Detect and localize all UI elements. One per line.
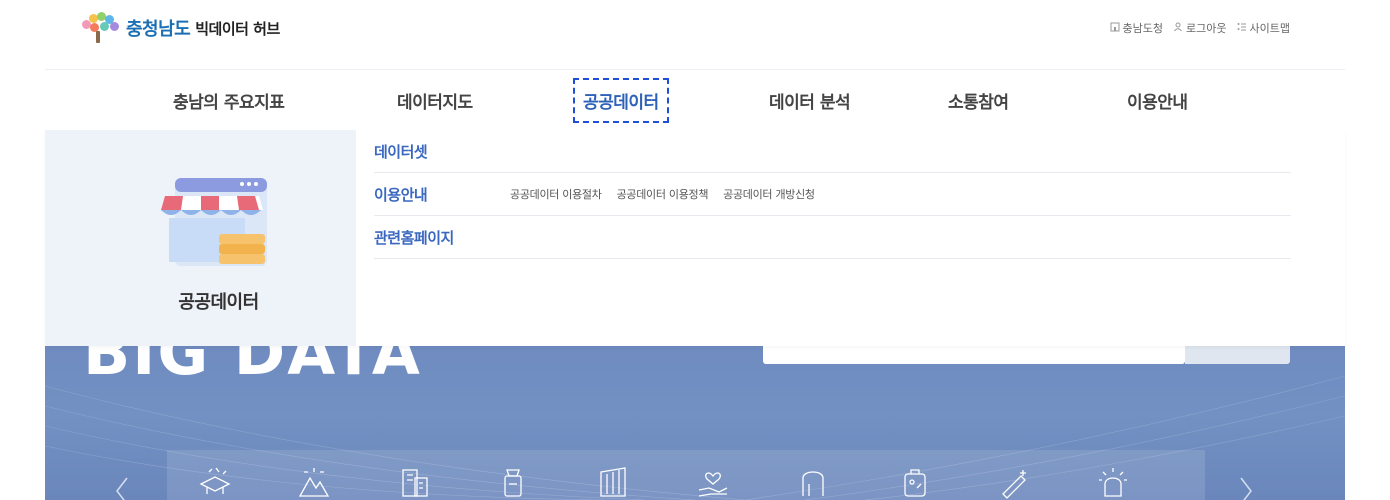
sitemap-icon: [1237, 22, 1247, 35]
submenu-link-usage-procedure[interactable]: 공공데이터 이용절차: [510, 186, 602, 202]
health-icon[interactable]: [997, 464, 1033, 500]
carousel-next-icon[interactable]: [1237, 476, 1255, 500]
user-icon: [1173, 22, 1183, 35]
dropdown-menu-rows: 데이터셋 이용안내 공공데이터 이용절차 공공데이터 이용정책 공공데이터 개방…: [374, 130, 1291, 259]
gnb-item-data-map[interactable]: 데이터지도: [397, 88, 473, 113]
food-icon[interactable]: [495, 464, 531, 500]
dropdown-side-title: 공공데이터: [178, 292, 259, 313]
dropdown-row-related-sites: 관련홈페이지: [374, 216, 1291, 259]
dropdown-side-panel: 공공데이터: [45, 130, 356, 346]
hero-title: BIG DATA: [83, 346, 422, 389]
util-link-logout[interactable]: 로그아웃: [1173, 20, 1227, 36]
main-navigation: 충남의 주요지표 데이터지도 공공데이터 데이터 분석 소통참여 이용안내: [45, 70, 1345, 130]
submenu-links: 공공데이터 이용절차 공공데이터 이용정책 공공데이터 개방신청: [510, 186, 815, 202]
submenu-link-usage-policy[interactable]: 공공데이터 이용정책: [617, 186, 709, 202]
gnb-item-public-data[interactable]: 공공데이터: [573, 78, 669, 123]
util-link-label: 로그아웃: [1186, 22, 1227, 35]
building-icon[interactable]: [397, 464, 433, 500]
culture-icon[interactable]: [595, 464, 631, 500]
menu-link-dataset[interactable]: 데이터셋: [374, 141, 510, 162]
gnb-item-data-analysis[interactable]: 데이터 분석: [769, 88, 851, 113]
utility-links: 충남도청 로그아웃 사이트맵: [1110, 20, 1290, 36]
header: 충청남도 빅데이터 허브 충남도청 로그아웃 사이트맵: [0, 0, 1390, 70]
menu-link-usage-guide[interactable]: 이용안내: [374, 184, 510, 205]
emergency-icon[interactable]: [1095, 464, 1131, 500]
welfare-icon[interactable]: [695, 464, 731, 500]
gnb-item-guide[interactable]: 이용안내: [1127, 88, 1188, 113]
education-icon[interactable]: [197, 464, 233, 500]
search-input[interactable]: [763, 346, 1185, 364]
search-button[interactable]: [1185, 346, 1290, 364]
logo-subtitle: 빅데이터 허브: [195, 19, 280, 38]
logo-flower-icon: [80, 12, 120, 44]
dropdown-row-guide: 이용안내 공공데이터 이용절차 공공데이터 이용정책 공공데이터 개방신청: [374, 173, 1291, 216]
util-link-label: 사이트맵: [1249, 22, 1290, 35]
carousel-prev-icon[interactable]: [113, 476, 131, 500]
menu-link-related-sites[interactable]: 관련홈페이지: [374, 227, 510, 248]
agriculture-icon[interactable]: [795, 464, 831, 500]
mega-dropdown-public-data: 공공데이터 데이터셋 이용안내 공공데이터 이용절차 공공데이터 이용정책 공공…: [45, 130, 1345, 346]
util-link-provincial-office[interactable]: 충남도청: [1110, 20, 1163, 36]
dropdown-row-dataset: 데이터셋: [374, 130, 1291, 173]
gnb-item-key-indicators[interactable]: 충남의 주요지표: [173, 88, 285, 113]
gnb-item-communication[interactable]: 소통참여: [948, 88, 1009, 113]
safety-icon[interactable]: [897, 464, 933, 500]
environment-icon[interactable]: [296, 464, 332, 500]
util-link-sitemap[interactable]: 사이트맵: [1237, 20, 1290, 36]
building-icon: [1110, 22, 1120, 35]
hero-banner: BIG DATA: [45, 346, 1345, 500]
site-logo[interactable]: 충청남도 빅데이터 허브: [80, 10, 280, 46]
submenu-link-open-request[interactable]: 공공데이터 개방신청: [723, 186, 815, 202]
storefront-icon: [161, 178, 267, 266]
logo-region-text: 충청남도: [126, 19, 191, 40]
util-link-label: 충남도청: [1122, 22, 1164, 35]
